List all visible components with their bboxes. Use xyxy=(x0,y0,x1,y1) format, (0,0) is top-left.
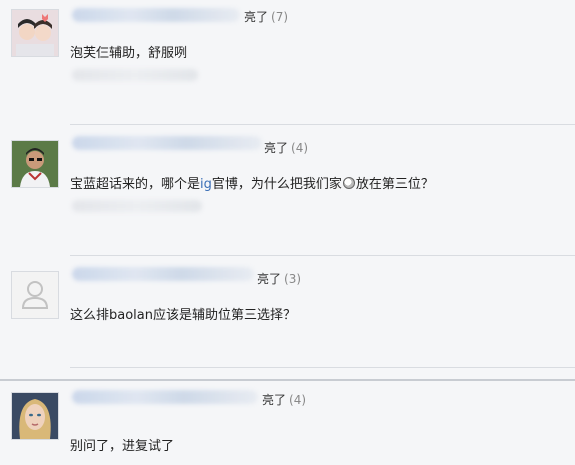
like-button[interactable]: 亮了 (4) xyxy=(262,391,306,408)
comment-text: 泡芙仨辅助，舒服咧 xyxy=(70,46,188,61)
comment-text: 宝蓝超话来的，哪个是ig官博，为什么把我们家 放在第三位？ xyxy=(70,177,434,192)
sub-info xyxy=(72,69,198,81)
comment-item: 亮了 (7) 泡芙仨辅助，舒服咧 xyxy=(0,0,575,125)
avatar[interactable] xyxy=(11,9,59,57)
user-avatar-icon xyxy=(12,10,58,56)
avatar[interactable] xyxy=(11,271,59,319)
user-avatar-icon xyxy=(12,393,58,439)
username[interactable] xyxy=(72,267,254,281)
sub-info xyxy=(72,200,202,212)
comment-item: 亮了 (4) 宝蓝超话来的，哪个是ig官博，为什么把我们家 放在第三位？ xyxy=(0,126,575,256)
username[interactable] xyxy=(72,8,240,22)
comment-item: 亮了 (3) 这么排baolan应该是辅助位第三选择？ xyxy=(0,257,575,379)
comment-text: 这么排baolan应该是辅助位第三选择？ xyxy=(70,308,296,323)
divider xyxy=(70,255,575,256)
default-user-icon xyxy=(12,272,58,318)
like-button[interactable]: 亮了 (7) xyxy=(244,8,288,25)
emoji-icon xyxy=(342,177,355,189)
divider xyxy=(70,124,575,125)
comment-text: 别问了，进复试了 xyxy=(70,439,175,454)
username[interactable] xyxy=(72,390,258,404)
section-separator xyxy=(0,379,575,381)
comment-item: 亮了 (4) 别问了，进复试了 xyxy=(0,382,575,465)
user-avatar-icon xyxy=(12,141,58,187)
divider xyxy=(70,367,575,368)
like-button[interactable]: 亮了 (3) xyxy=(257,270,301,287)
avatar[interactable] xyxy=(11,392,59,440)
avatar[interactable] xyxy=(11,140,59,188)
username[interactable] xyxy=(72,136,262,150)
like-button[interactable]: 亮了 (4) xyxy=(264,139,308,156)
